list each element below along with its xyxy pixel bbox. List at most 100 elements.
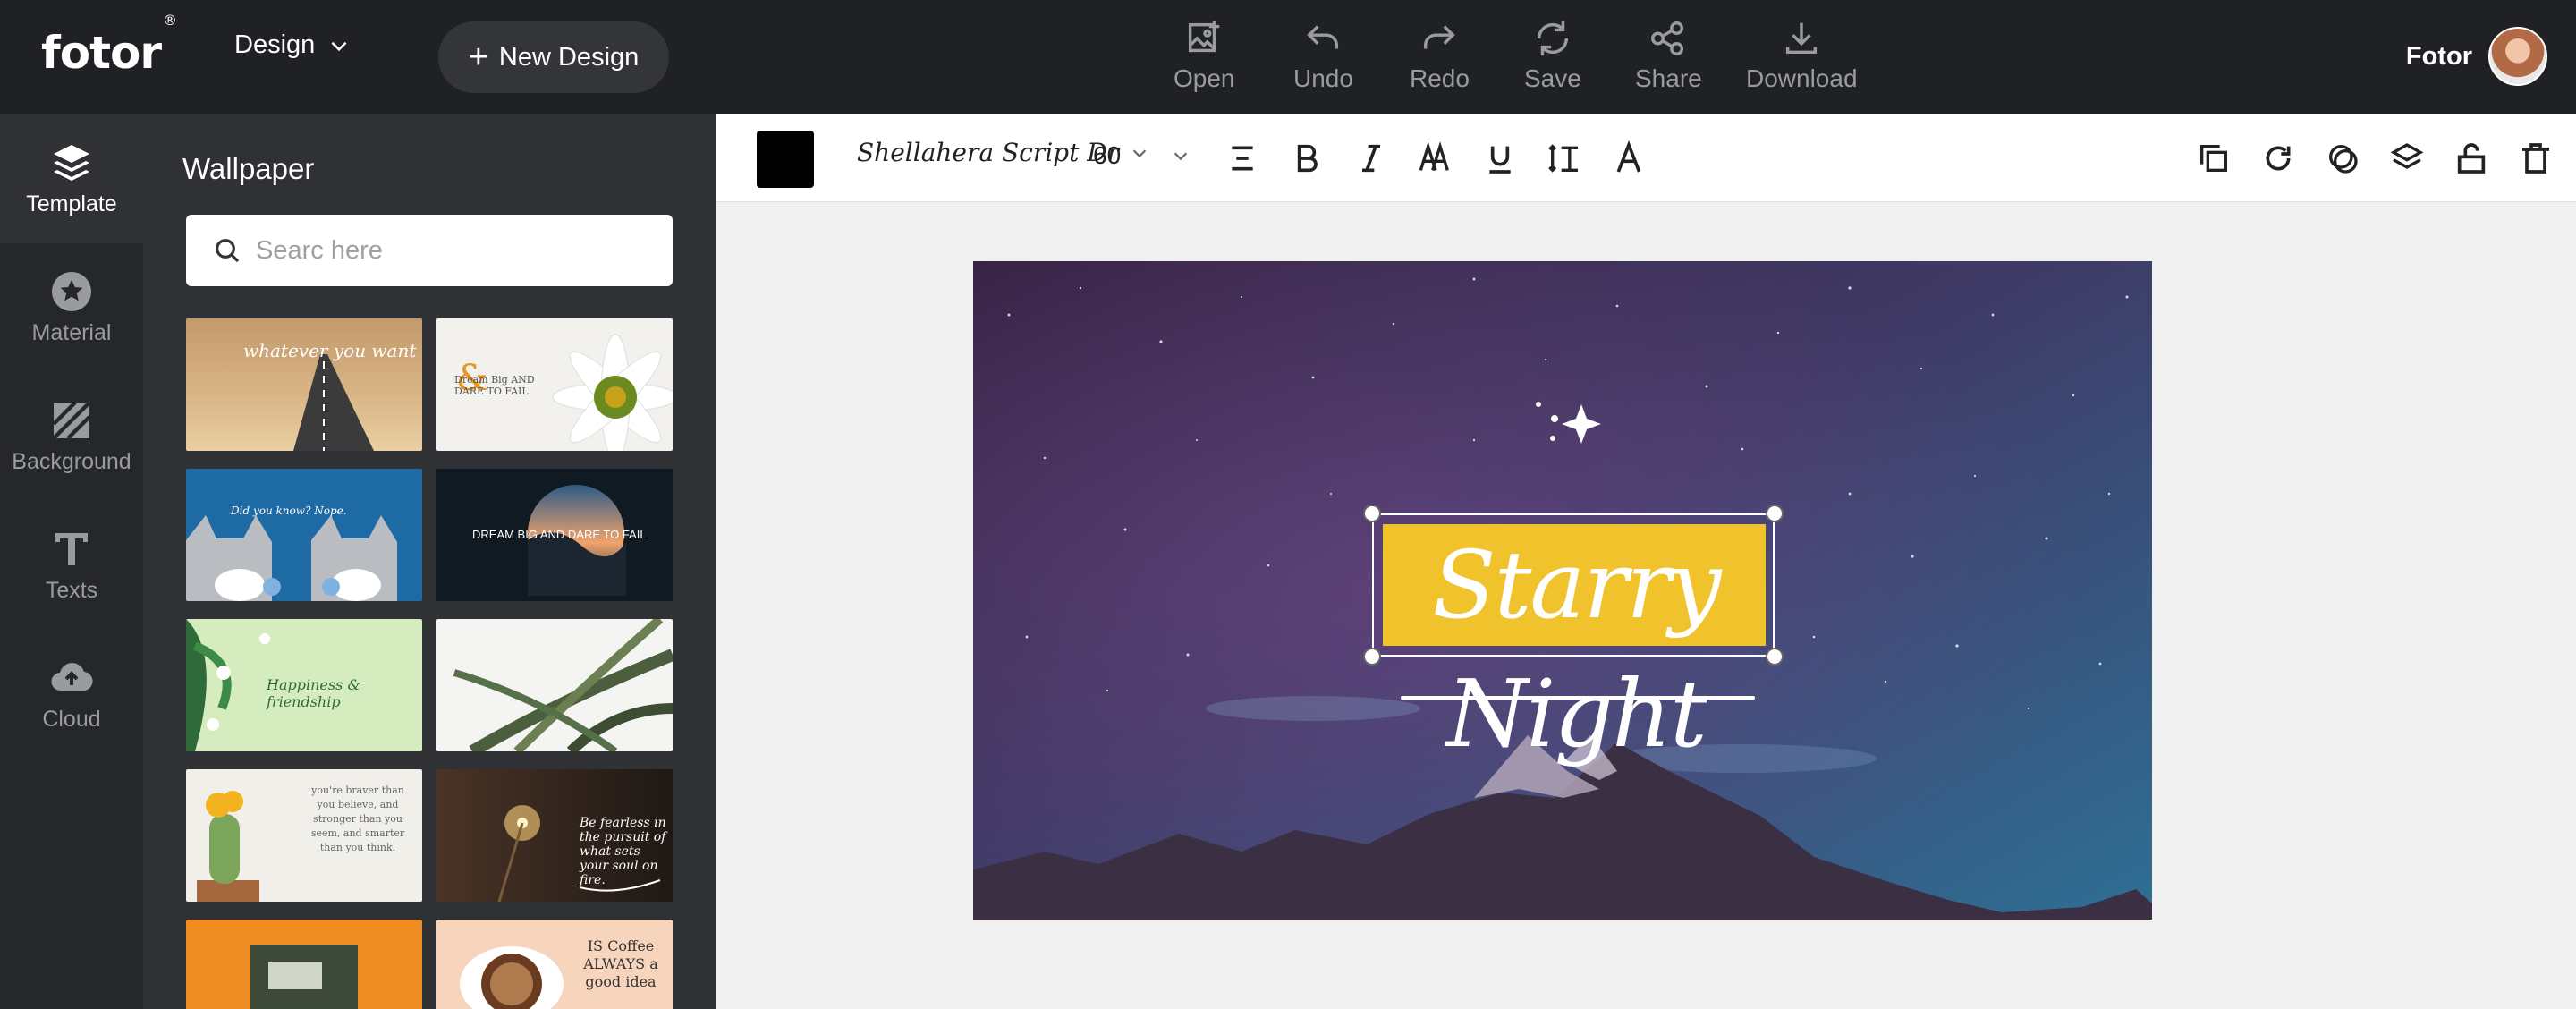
thumb-caption: IS Coffee ALWAYS a good idea	[583, 937, 658, 990]
delete-button[interactable]	[2515, 138, 2556, 179]
nav-template[interactable]: Template	[0, 114, 143, 243]
template-thumb[interactable]: Be fearless in the pursuit of what sets …	[436, 769, 673, 902]
plus-icon: +	[468, 38, 488, 76]
layer-button[interactable]	[2386, 138, 2428, 179]
user-menu[interactable]: Fotor	[2406, 27, 2547, 86]
search-icon	[216, 239, 240, 263]
text-effect-button[interactable]	[1608, 138, 1649, 179]
save-label: Save	[1524, 64, 1581, 92]
layers-icon	[54, 144, 89, 181]
undo-label: Undo	[1293, 64, 1353, 92]
search-input[interactable]	[256, 235, 631, 266]
redo-icon	[1424, 25, 1456, 49]
rotate-icon	[2266, 146, 2291, 171]
letter-case-button[interactable]	[1415, 138, 1456, 179]
align-icon	[1232, 146, 1253, 171]
template-thumb[interactable]	[186, 920, 422, 1009]
nav-texts-label: Texts	[45, 577, 98, 603]
template-thumb[interactable]: DREAM BIG AND DARE TO FAIL	[436, 469, 673, 601]
resize-handle-top-right[interactable]	[1766, 504, 1784, 522]
nav-background-label: Background	[12, 448, 131, 474]
line-spacing-button[interactable]	[1544, 138, 1585, 179]
letter-case-icon	[1419, 141, 1449, 171]
thumb-caption: whatever you want	[243, 340, 417, 361]
resize-handle-bottom-left[interactable]	[1363, 648, 1381, 666]
left-nav: Template Material Background Texts Cloud	[0, 114, 143, 1009]
nav-material[interactable]: Material	[0, 243, 143, 372]
underline-icon	[1489, 146, 1511, 174]
undo-icon	[1307, 25, 1339, 49]
share-icon	[1651, 21, 1684, 55]
layer-icon	[2390, 143, 2424, 169]
download-icon	[1786, 22, 1818, 55]
nav-template-label: Template	[26, 191, 117, 216]
align-button[interactable]	[1222, 138, 1263, 179]
italic-button[interactable]	[1351, 138, 1392, 179]
delete-icon	[2522, 143, 2549, 174]
cats-illustration	[186, 515, 397, 601]
headline-underline	[1401, 696, 1755, 700]
underline-button[interactable]	[1479, 138, 1521, 179]
chevron-down-icon	[1174, 152, 1188, 161]
star-icon	[52, 271, 91, 311]
nav-cloud-label: Cloud	[42, 706, 101, 732]
duplicate-icon	[2200, 145, 2227, 172]
save-icon	[1537, 21, 1568, 56]
font-size-select[interactable]: 60	[1093, 141, 1191, 170]
opacity-icon	[2329, 145, 2358, 174]
design-menu[interactable]: Design	[234, 30, 351, 60]
fotor-logo[interactable]: fotor®	[41, 12, 177, 79]
redo-button[interactable]: Redo	[1410, 18, 1470, 93]
duplicate-button[interactable]	[2193, 138, 2234, 179]
search-box[interactable]	[186, 215, 673, 286]
save-button[interactable]: Save	[1524, 18, 1581, 93]
avatar[interactable]	[2488, 27, 2547, 86]
template-thumb[interactable]: IS Coffee ALWAYS a good idea	[436, 920, 673, 1009]
share-button[interactable]: Share	[1635, 18, 1702, 93]
new-design-label: New Design	[498, 42, 640, 72]
resize-handle-top-left[interactable]	[1363, 504, 1381, 522]
template-thumb[interactable]: & Dream Big AND DARE TO FAIL	[436, 318, 673, 451]
bold-button[interactable]	[1286, 138, 1327, 179]
thumb-caption: Dream Big AND DARE TO FAIL	[454, 374, 535, 397]
lock-icon	[2457, 143, 2486, 174]
italic-icon	[1362, 144, 1380, 173]
nav-material-label: Material	[31, 319, 112, 345]
download-button[interactable]: Download	[1746, 18, 1858, 93]
road-illustration	[293, 354, 374, 451]
rotate-button[interactable]	[2258, 138, 2299, 179]
nav-texts[interactable]: Texts	[0, 501, 143, 630]
nav-cloud[interactable]: Cloud	[0, 630, 143, 759]
template-thumb[interactable]: you're braver than you believe, and stro…	[186, 769, 422, 902]
open-label: Open	[1174, 64, 1235, 92]
template-thumb[interactable]: Happiness & friendship	[186, 619, 422, 751]
text-t-icon	[55, 532, 88, 565]
new-design-button[interactable]: + New Design	[438, 21, 669, 93]
bold-icon	[1297, 144, 1318, 173]
template-thumb[interactable]: Did you know? Nope.	[186, 469, 422, 601]
template-thumb[interactable]	[436, 619, 673, 751]
text-effect-icon	[1616, 140, 1641, 173]
undo-button[interactable]: Undo	[1293, 18, 1353, 93]
thumb-caption: Be fearless in the pursuit of what sets …	[580, 816, 666, 887]
template-panel: Wallpaper whatever you want & Dream Big …	[143, 114, 716, 1009]
resize-handle-bottom-right[interactable]	[1766, 648, 1784, 666]
editor-area: Shellahera Script Dr 60 Starry Night	[716, 114, 2576, 1009]
design-menu-label: Design	[234, 30, 316, 59]
font-family-value: Shellahera Script Dr	[857, 138, 1120, 167]
nav-background[interactable]: Background	[0, 372, 143, 501]
text-color-swatch[interactable]	[757, 131, 814, 188]
plant-leaves-illustration	[453, 619, 673, 751]
design-canvas[interactable]: Starry Night	[973, 261, 2152, 920]
open-button[interactable]: Open	[1174, 18, 1235, 93]
share-label: Share	[1635, 64, 1702, 92]
open-image-icon	[1189, 21, 1220, 53]
opacity-button[interactable]	[2322, 138, 2363, 179]
stripes-icon	[52, 400, 91, 440]
download-label: Download	[1746, 64, 1858, 92]
selection-box[interactable]	[1372, 513, 1775, 657]
text-toolbar: Shellahera Script Dr 60	[716, 114, 2576, 202]
thumb-caption: Did you know? Nope.	[231, 504, 347, 517]
lock-button[interactable]	[2451, 138, 2492, 179]
template-thumb[interactable]: whatever you want	[186, 318, 422, 451]
